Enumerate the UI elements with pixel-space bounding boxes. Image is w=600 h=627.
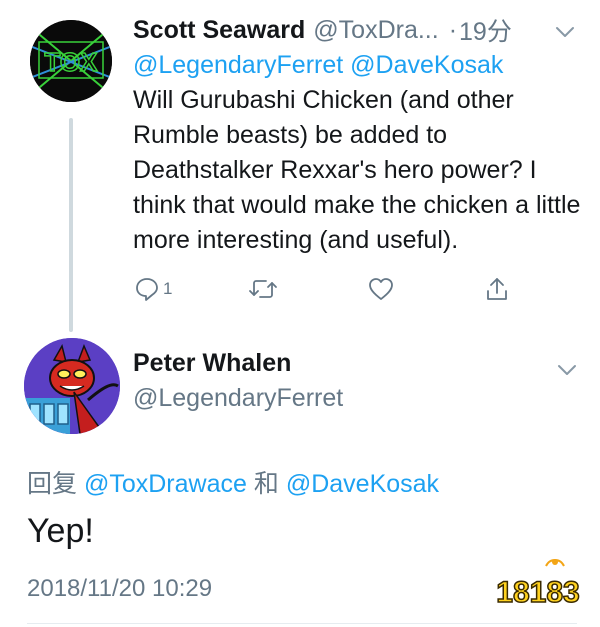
share-button[interactable] bbox=[483, 274, 511, 304]
divider bbox=[27, 623, 577, 624]
chevron-down-icon[interactable] bbox=[554, 25, 576, 39]
user-handle[interactable]: @ToxDra... bbox=[313, 16, 438, 45]
site-watermark-logo: 18183 bbox=[488, 556, 588, 612]
tweet-text: Will Gurubashi Chicken (and other Rumble… bbox=[133, 86, 581, 254]
reply-button[interactable]: 1 bbox=[133, 274, 172, 304]
display-name[interactable]: Scott Seaward bbox=[133, 16, 305, 45]
retweet-button[interactable] bbox=[247, 274, 279, 304]
display-name[interactable]: Peter Whalen bbox=[133, 349, 291, 378]
share-icon bbox=[487, 278, 507, 300]
heart-icon bbox=[369, 278, 393, 300]
retweet-icon bbox=[249, 280, 277, 298]
svg-text:18183: 18183 bbox=[496, 576, 579, 609]
mention-link[interactable]: @DaveKosak bbox=[286, 470, 439, 498]
tweet-action-bar: 1 bbox=[133, 274, 533, 304]
tweet-time[interactable]: 19分 bbox=[459, 12, 512, 48]
chevron-down-icon[interactable] bbox=[556, 363, 578, 377]
tweet-timestamp: 2018/11/20 10:29 bbox=[27, 575, 213, 602]
mention-links[interactable]: @LegendaryFerret @DaveKosak bbox=[133, 48, 503, 83]
parent-tweet-header: Scott Seaward @ToxDra... · 19分 bbox=[133, 12, 512, 48]
avatar-peter-whalen[interactable] bbox=[24, 338, 120, 434]
tweet-text: Yep! bbox=[27, 512, 94, 550]
avatar-logo-text: TOX bbox=[45, 47, 99, 77]
reply-icon bbox=[136, 278, 158, 301]
user-handle[interactable]: @LegendaryFerret bbox=[133, 384, 343, 413]
thread-line bbox=[69, 118, 73, 332]
reply-count: 1 bbox=[163, 279, 173, 298]
mention-link[interactable]: @ToxDrawace bbox=[84, 470, 247, 498]
like-button[interactable] bbox=[367, 274, 395, 304]
avatar-scott-seaward[interactable]: TOX bbox=[30, 20, 112, 102]
reply-prefix: 回复 bbox=[27, 470, 78, 498]
reply-conjunction: 和 bbox=[253, 470, 279, 498]
separator-dot: · bbox=[448, 15, 458, 44]
replying-to-line: 回复 @ToxDrawace 和 @DaveKosak bbox=[27, 464, 439, 500]
